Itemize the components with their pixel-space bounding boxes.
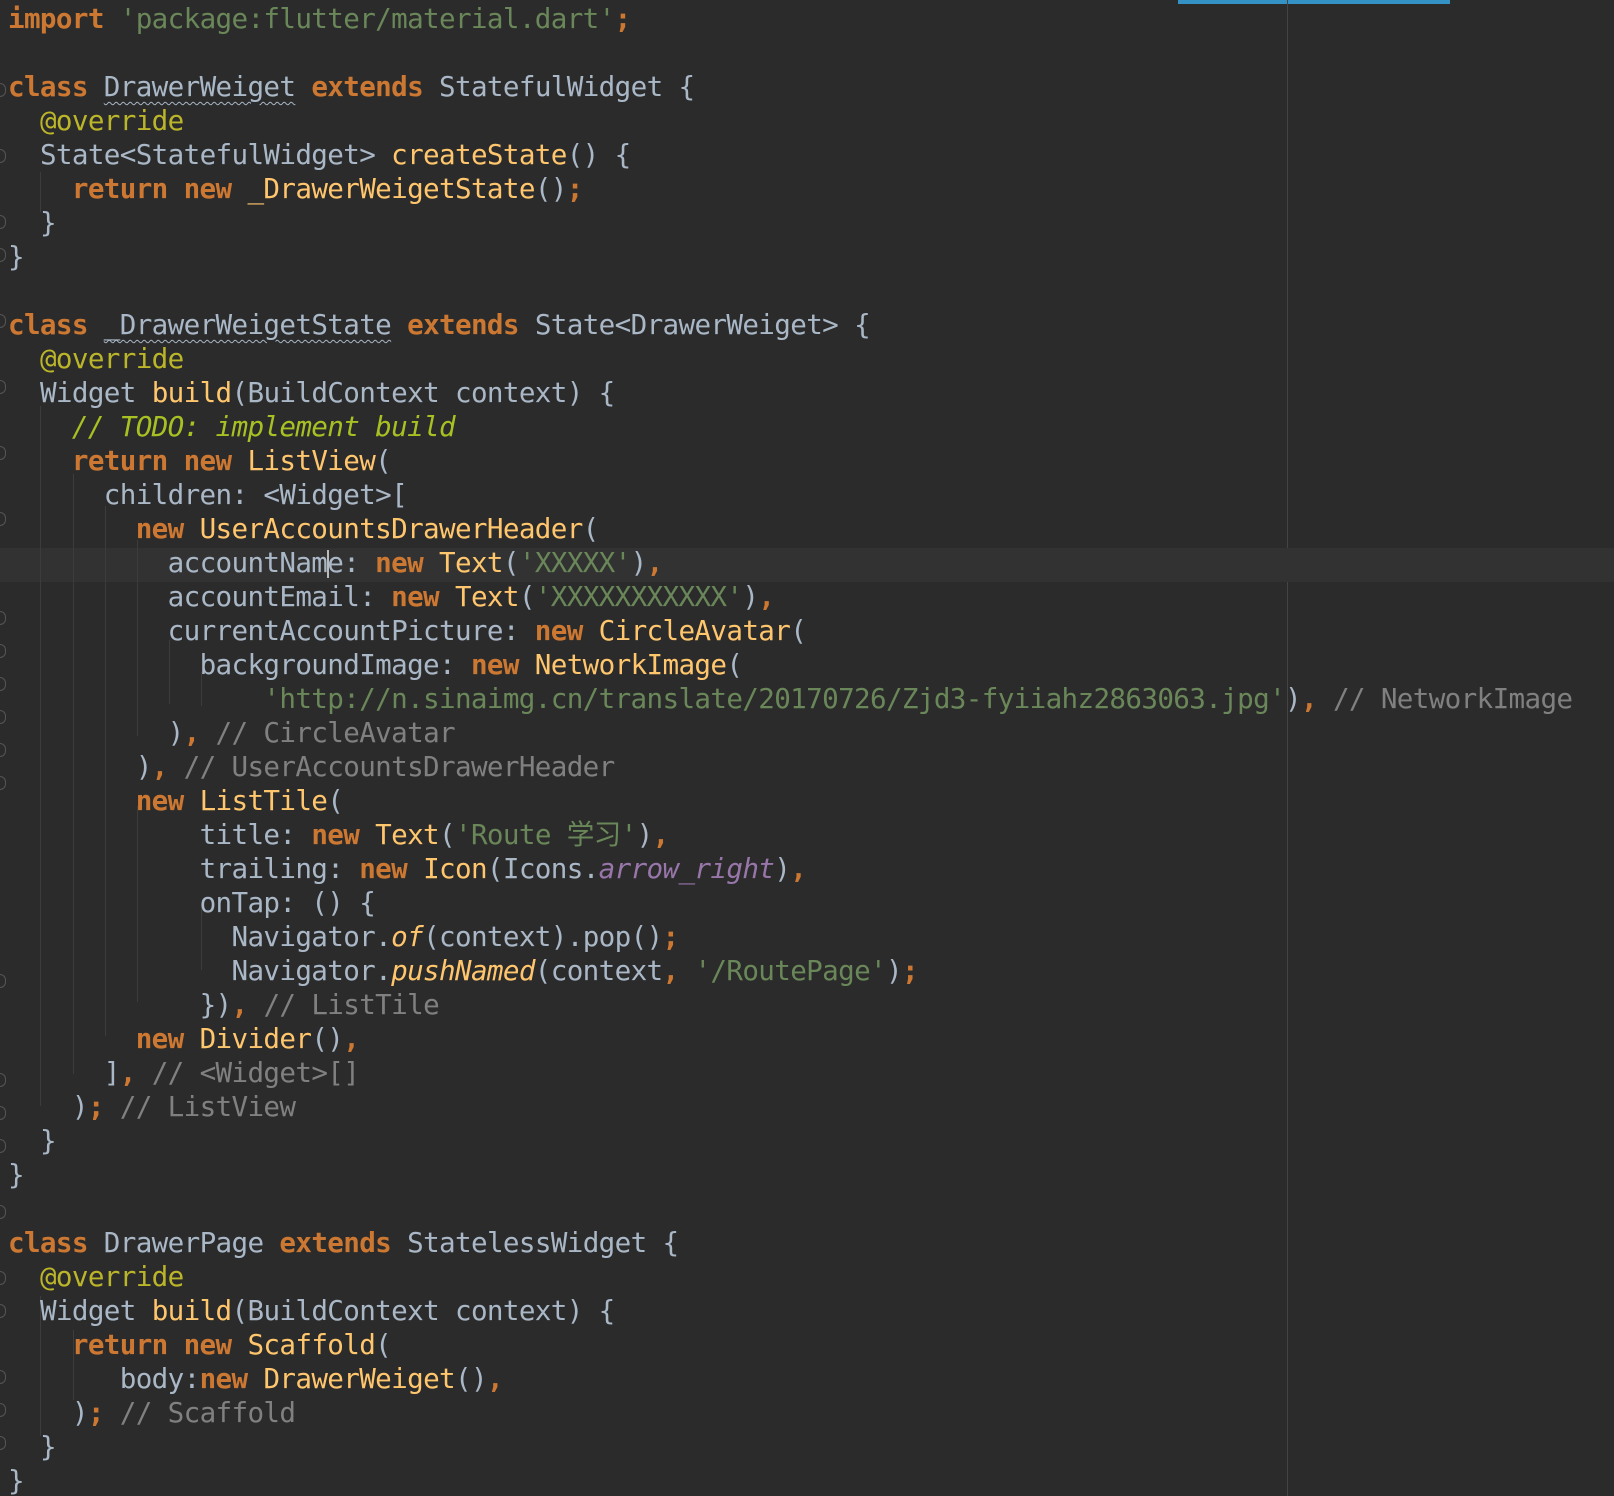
code-line: title: new Text('Route 学习'), — [199, 818, 670, 851]
fold-marker-icon[interactable] — [0, 248, 6, 262]
fold-marker-icon[interactable] — [0, 149, 6, 163]
fold-marker-icon[interactable] — [0, 1106, 6, 1120]
code-line: Widget build(BuildContext context) { — [39, 376, 615, 409]
code-line: ), // UserAccountsDrawerHeader — [135, 750, 616, 783]
code-editor[interactable]: import 'package:flutter/material.dart'; … — [0, 0, 1614, 1496]
code-line: children: <Widget>[ — [103, 478, 408, 511]
code-line: return new _DrawerWeigetState(); — [71, 172, 584, 205]
code-line: } — [39, 206, 57, 239]
fold-marker-icon[interactable] — [0, 974, 6, 988]
fold-marker-icon[interactable] — [0, 710, 6, 724]
code-line: backgroundImage: new NetworkImage( — [199, 648, 743, 681]
code-line: class DrawerWeiget extends StatefulWidge… — [8, 70, 695, 103]
code-line: return new ListView( — [71, 444, 392, 477]
fold-marker-icon[interactable] — [0, 83, 6, 97]
code-line: new Divider(), — [135, 1022, 360, 1055]
code-line: } — [8, 1464, 25, 1496]
code-line: class _DrawerWeigetState extends State<D… — [8, 308, 871, 341]
fold-marker-icon[interactable] — [0, 1370, 6, 1384]
code-line: @override — [39, 342, 184, 375]
fold-marker-icon[interactable] — [0, 1403, 6, 1417]
fold-marker-icon[interactable] — [0, 644, 6, 658]
fold-marker-icon[interactable] — [0, 677, 6, 691]
code-line: }), // ListTile — [199, 988, 440, 1021]
code-line: Navigator.of(context).pop(); — [231, 920, 679, 953]
code-line-current: accountName: new Text('XXXXX'), — [167, 546, 664, 579]
code-line: class DrawerPage extends StatelessWidget… — [8, 1226, 679, 1259]
fold-marker-icon[interactable] — [0, 1304, 6, 1318]
code-line: currentAccountPicture: new CircleAvatar( — [167, 614, 807, 647]
code-line: State<StatefulWidget> createState() { — [39, 138, 631, 171]
code-line: ); // ListView — [71, 1090, 296, 1123]
code-line: } — [8, 1158, 25, 1191]
code-line: import 'package:flutter/material.dart'; — [8, 2, 631, 35]
fold-marker-icon[interactable] — [0, 776, 6, 790]
fold-marker-icon[interactable] — [0, 1436, 6, 1450]
code-line: 'http://n.sinaimg.cn/translate/20170726/… — [263, 682, 1573, 715]
code-line: accountEmail: new Text('XXXXXXXXXXX'), — [167, 580, 775, 613]
code-line: Widget build(BuildContext context) { — [39, 1294, 615, 1327]
code-line: return new Scaffold( — [71, 1328, 392, 1361]
code-line: ), // CircleAvatar — [167, 716, 456, 749]
code-line: } — [8, 240, 25, 273]
code-line: // TODO: implement build — [71, 410, 456, 443]
code-line: } — [39, 1430, 57, 1463]
code-line: body:new DrawerWeiget(), — [119, 1362, 504, 1395]
fold-marker-icon[interactable] — [0, 215, 6, 229]
fold-marker-icon[interactable] — [0, 1139, 6, 1153]
code-line: new UserAccountsDrawerHeader( — [135, 512, 600, 545]
fold-marker-icon[interactable] — [0, 743, 6, 757]
fold-marker-icon[interactable] — [0, 380, 6, 394]
fold-marker-icon[interactable] — [0, 314, 6, 328]
code-line: @override — [39, 104, 184, 137]
code-line: new ListTile( — [135, 784, 344, 817]
fold-marker-icon[interactable] — [0, 1073, 6, 1087]
code-line: @override — [39, 1260, 184, 1293]
fold-marker-icon[interactable] — [0, 1271, 6, 1285]
code-line: trailing: new Icon(Icons.arrow_right), — [199, 852, 807, 885]
fold-marker-icon[interactable] — [0, 611, 6, 625]
code-line: onTap: () { — [199, 886, 376, 919]
fold-marker-icon[interactable] — [0, 512, 6, 526]
code-text-area[interactable]: import 'package:flutter/material.dart'; … — [8, 0, 1573, 1496]
code-line: } — [39, 1124, 57, 1157]
code-line: Navigator.pushNamed(context, '/RoutePage… — [231, 954, 918, 987]
fold-marker-icon[interactable] — [0, 1205, 6, 1219]
fold-marker-icon[interactable] — [0, 446, 6, 460]
code-line: ); // Scaffold — [71, 1396, 296, 1429]
code-line: ], // <Widget>[] — [103, 1056, 360, 1089]
